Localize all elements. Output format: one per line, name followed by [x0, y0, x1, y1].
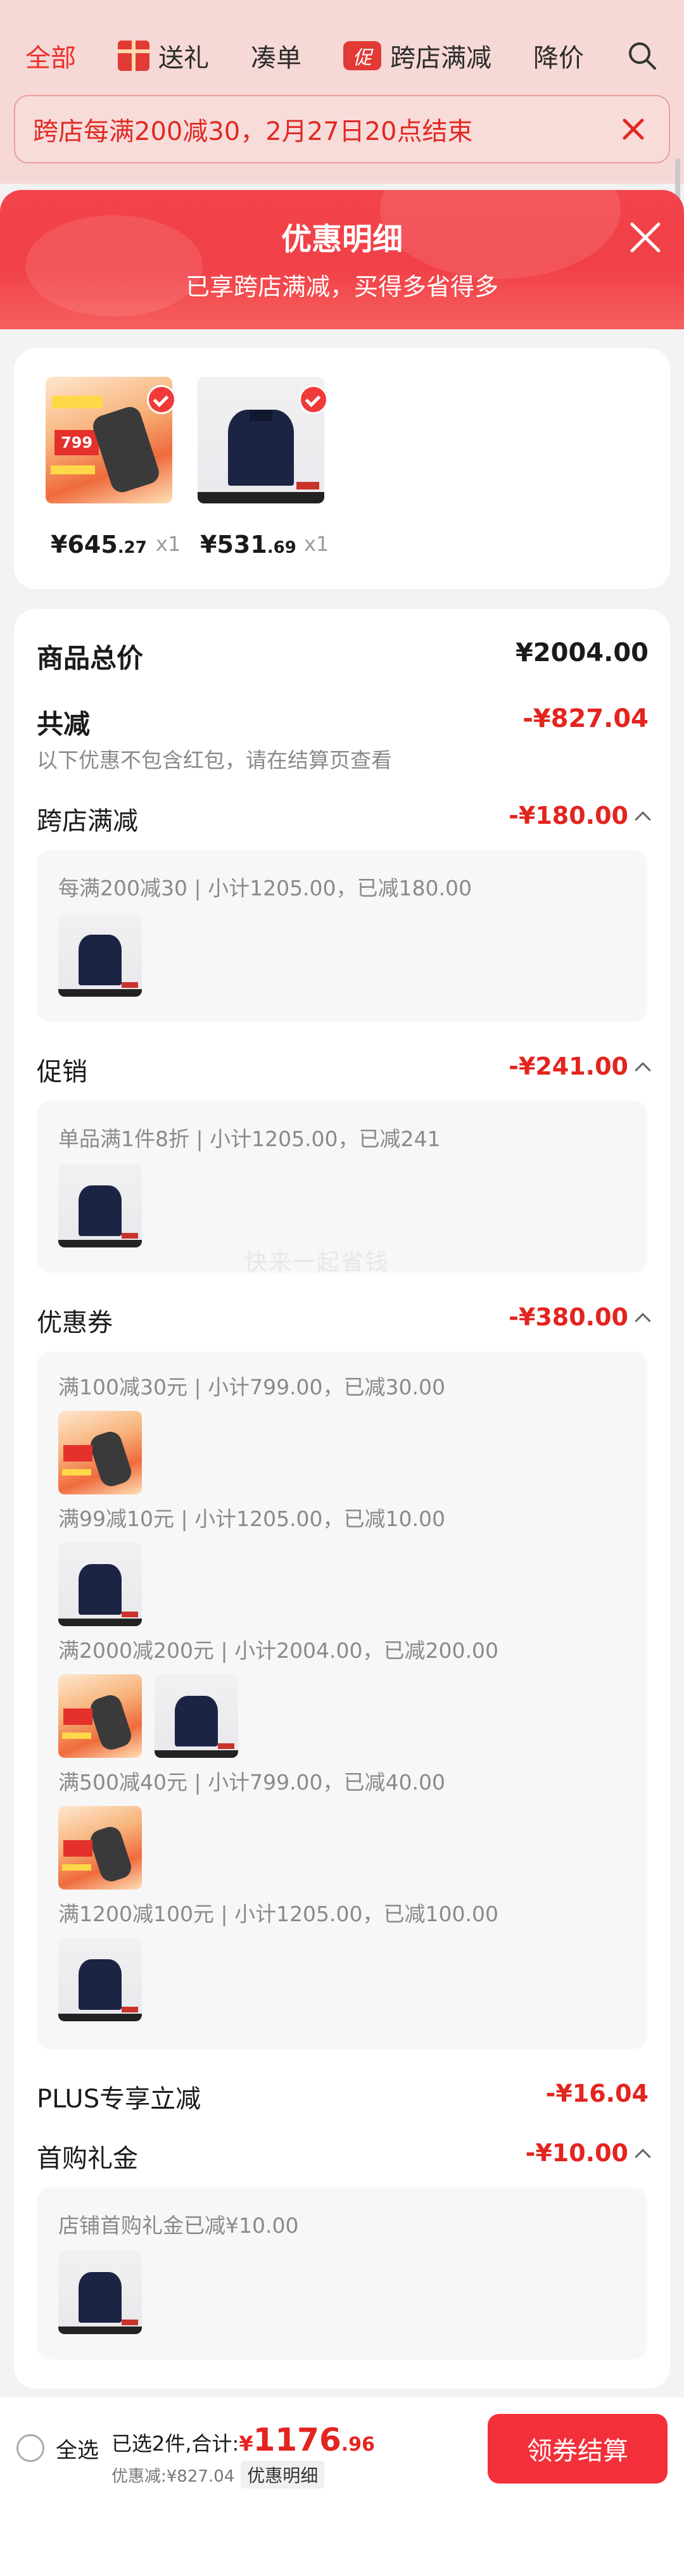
select-all-radio[interactable] [16, 2434, 44, 2462]
nav-tab-bundle[interactable]: 凑单 [251, 37, 301, 74]
rule-line: 满1200减100元 | 小计1205.00，已减100.00 [58, 1902, 498, 1926]
rule-line: 店铺首购礼金已减¥10.00 [58, 2213, 299, 2238]
checked-icon [299, 385, 328, 414]
close-icon[interactable] [619, 115, 647, 143]
first-gift-detail: 店铺首购礼金已减¥10.00 [37, 2187, 647, 2359]
section-label: PLUS专享立减 [37, 2085, 201, 2114]
section-toggle[interactable]: -¥380.00 [509, 1303, 651, 1331]
product-thumbnail[interactable] [58, 913, 142, 997]
category-nav: 全部 送礼 凑单 促跨店满减 降价 [25, 30, 659, 81]
rule-line: 满500减40元 | 小计799.00，已减40.00 [58, 1770, 446, 1795]
section-value: -¥16.04 [545, 2080, 649, 2107]
nav-tab-label: 凑单 [251, 44, 301, 73]
section-toggle[interactable]: -¥10.00 [526, 2139, 651, 2167]
section-label: 首购礼金 [37, 2144, 138, 2173]
rule-line: 满2000减200元 | 小计2004.00，已减200.00 [58, 1638, 498, 1663]
nav-tab-label: 送礼 [158, 44, 209, 73]
checked-icon [147, 385, 176, 414]
notice-text: 跨店每满200减30，2月27日20点结束 [33, 117, 473, 146]
cross-store-detail: 每满200减30 | 小计1205.00，已减180.00 [37, 850, 647, 1022]
product-thumbnail[interactable] [58, 1164, 142, 1247]
product-thumbnail[interactable] [58, 1806, 142, 1890]
checkout-button[interactable]: 领券结算 [488, 2414, 668, 2484]
rule-line: 满100减30元 | 小计799.00，已减30.00 [58, 1375, 446, 1399]
product-thumbnail[interactable] [58, 2251, 142, 2334]
promo-badge: 促 [343, 41, 381, 70]
discount-note: 以下优惠不包含红包，请在结算页查看 [37, 748, 392, 773]
thumb-price-tag: 799 [54, 430, 99, 455]
sheet-subtitle: 已享跨店满减，买得多省得多 [185, 273, 498, 301]
search-icon[interactable] [626, 39, 659, 72]
product-price: ¥531.69 [200, 531, 296, 559]
section-toggle[interactable]: -¥180.00 [509, 802, 651, 830]
nav-tab-label: 全部 [25, 44, 76, 73]
product-thumbnail[interactable] [155, 1674, 238, 1758]
selected-count: 已选2件,合计: [111, 2432, 239, 2456]
product-thumbnail[interactable] [58, 1411, 142, 1494]
total-price-value: ¥2004.00 [515, 638, 649, 667]
section-label: 跨店满减 [37, 807, 138, 836]
sheet-title: 优惠明细 [281, 222, 403, 257]
product-price: ¥645.27 [51, 531, 147, 559]
section-label: 促销 [37, 1058, 87, 1087]
selected-products-card: 799 ¥645.27 x1 ¥531.69 x1 [14, 348, 670, 589]
total-summary: 已选2件,合计:¥1176.96 [111, 2421, 375, 2458]
coupon-detail: 满100减30元 | 小计799.00，已减30.00 满99减10元 | 小计… [37, 1351, 647, 2049]
gift-icon [118, 41, 149, 71]
section-label: 优惠券 [37, 1308, 113, 1337]
nav-tab-price-drop[interactable]: 降价 [533, 37, 584, 74]
rule-line: 单品满1件8折 | 小计1205.00，已减241 [58, 1127, 441, 1151]
sheet-header: 优惠明细 已享跨店满减，买得多省得多 [0, 190, 684, 329]
close-icon[interactable] [628, 220, 662, 255]
product-thumbnail[interactable] [58, 1543, 142, 1626]
nav-tab-label: 降价 [533, 44, 584, 73]
select-all-label[interactable]: 全选 [56, 2433, 99, 2464]
discount-breakdown-card: 商品总价 ¥2004.00 共减 -¥827.04 以下优惠不包含红包，请在结算… [14, 609, 670, 2389]
discount-detail-sheet: 优惠明细 已享跨店满减，买得多省得多 799 ¥645.27 x1 ¥531.6… [0, 190, 684, 2576]
chevron-up-icon [635, 1312, 651, 1329]
total-price-label: 商品总价 [37, 643, 144, 674]
section-toggle[interactable]: -¥241.00 [509, 1052, 651, 1080]
total-discount-value: -¥827.04 [522, 704, 649, 733]
product-thumbnail[interactable] [58, 1938, 142, 2021]
nav-tab-all[interactable]: 全部 [25, 37, 76, 74]
top-bar: 全部 送礼 凑单 促跨店满减 降价 跨店每满200减30，2月27日20点结束 [0, 0, 684, 184]
discount-summary: 优惠减:¥827.04 优惠明细 [111, 2461, 325, 2489]
rule-line: 每满200减30 | 小计1205.00，已减180.00 [58, 876, 472, 900]
chevron-up-icon [635, 1061, 651, 1078]
watermark-text: 快来一起省钱 [244, 1249, 390, 1275]
product-qty: x1 [156, 532, 181, 556]
rule-line: 满99减10元 | 小计1205.00，已减10.00 [58, 1506, 446, 1531]
total-amount: 1176 [253, 2421, 341, 2458]
chevron-up-icon [635, 811, 651, 828]
total-discount-label: 共减 [37, 709, 91, 740]
discount-detail-chip[interactable]: 优惠明细 [241, 2461, 325, 2489]
nav-tab-gift[interactable]: 送礼 [118, 37, 209, 74]
promo-notice: 跨店每满200减30，2月27日20点结束 [14, 95, 670, 163]
chevron-up-icon [635, 2148, 651, 2165]
nav-tab-cross-store[interactable]: 促跨店满减 [343, 37, 491, 74]
nav-tab-label: 跨店满减 [390, 44, 491, 73]
checkout-bar: 全选 已选2件,合计:¥1176.96 优惠减:¥827.04 优惠明细 领券结算 [0, 2397, 684, 2576]
product-qty: x1 [304, 532, 329, 556]
product-thumbnail[interactable] [58, 1674, 142, 1758]
